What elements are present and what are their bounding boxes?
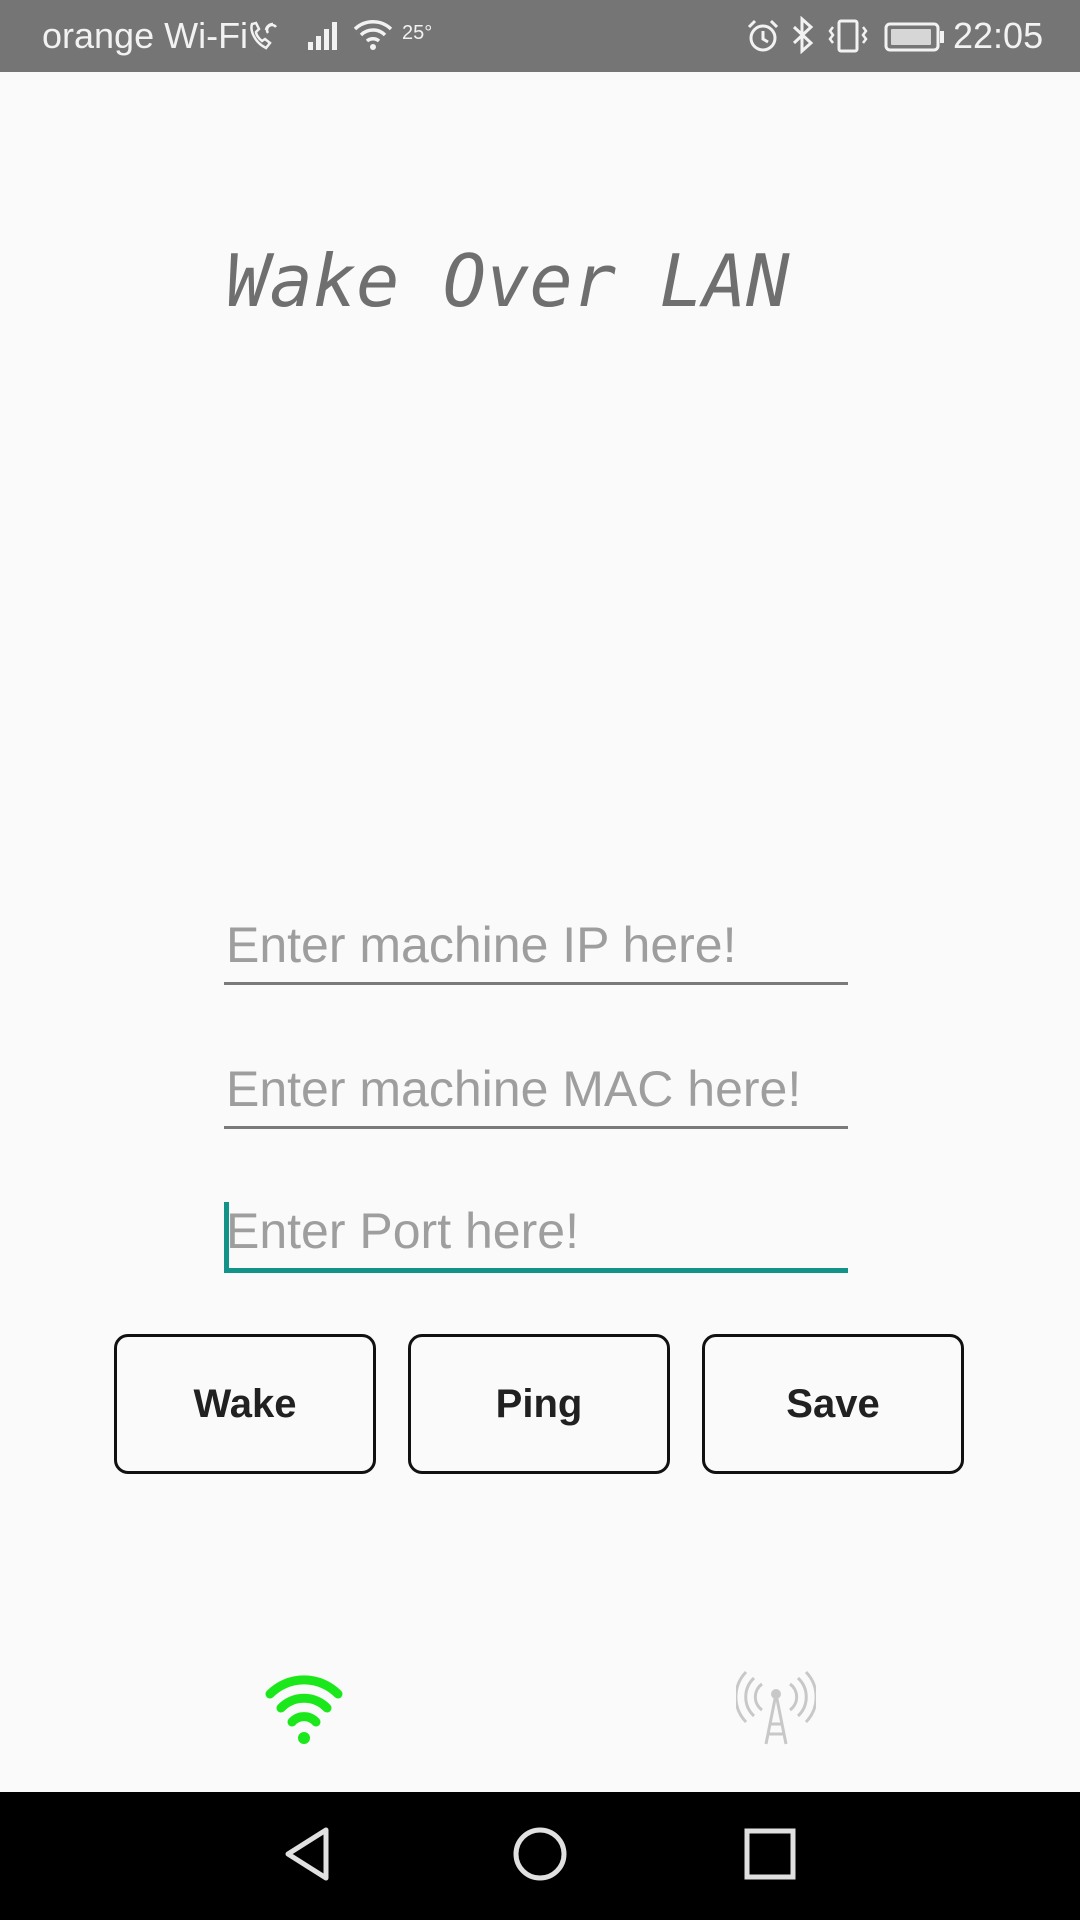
bluetooth-icon — [792, 16, 814, 54]
screen: orange Wi-Fi 25° 22:05 Wake Over LAN Ent… — [0, 0, 1080, 1920]
port-input[interactable] — [226, 1200, 844, 1262]
clock-label: 22:05 — [953, 15, 1044, 56]
app-title: Wake Over LAN — [226, 239, 790, 323]
antenna-icon — [736, 1670, 816, 1745]
mac-input[interactable] — [226, 1058, 844, 1120]
wifi-icon — [353, 20, 393, 50]
home-icon[interactable] — [510, 1824, 570, 1884]
wifi-calling-icon — [250, 21, 277, 50]
carrier-label: orange Wi-Fi — [42, 15, 249, 56]
wifi-icon — [265, 1675, 343, 1744]
ping-button[interactable]: Ping — [408, 1334, 670, 1474]
ip-field[interactable] — [224, 910, 848, 985]
port-field[interactable] — [224, 1196, 848, 1273]
alarm-icon — [747, 19, 779, 52]
save-button[interactable]: Save — [702, 1334, 964, 1474]
temperature-label: 25° — [402, 22, 433, 44]
recents-icon[interactable] — [742, 1826, 798, 1882]
wake-button[interactable]: Wake — [114, 1334, 376, 1474]
ip-input[interactable] — [226, 914, 844, 976]
back-icon[interactable] — [280, 1824, 336, 1884]
battery-icon — [884, 22, 944, 52]
navigation-bar — [0, 1792, 1080, 1920]
mac-field[interactable] — [224, 1054, 848, 1129]
vibrate-icon — [828, 19, 868, 53]
signal-icon — [308, 22, 337, 50]
status-bar: orange Wi-Fi 25° 22:05 — [0, 0, 1080, 72]
